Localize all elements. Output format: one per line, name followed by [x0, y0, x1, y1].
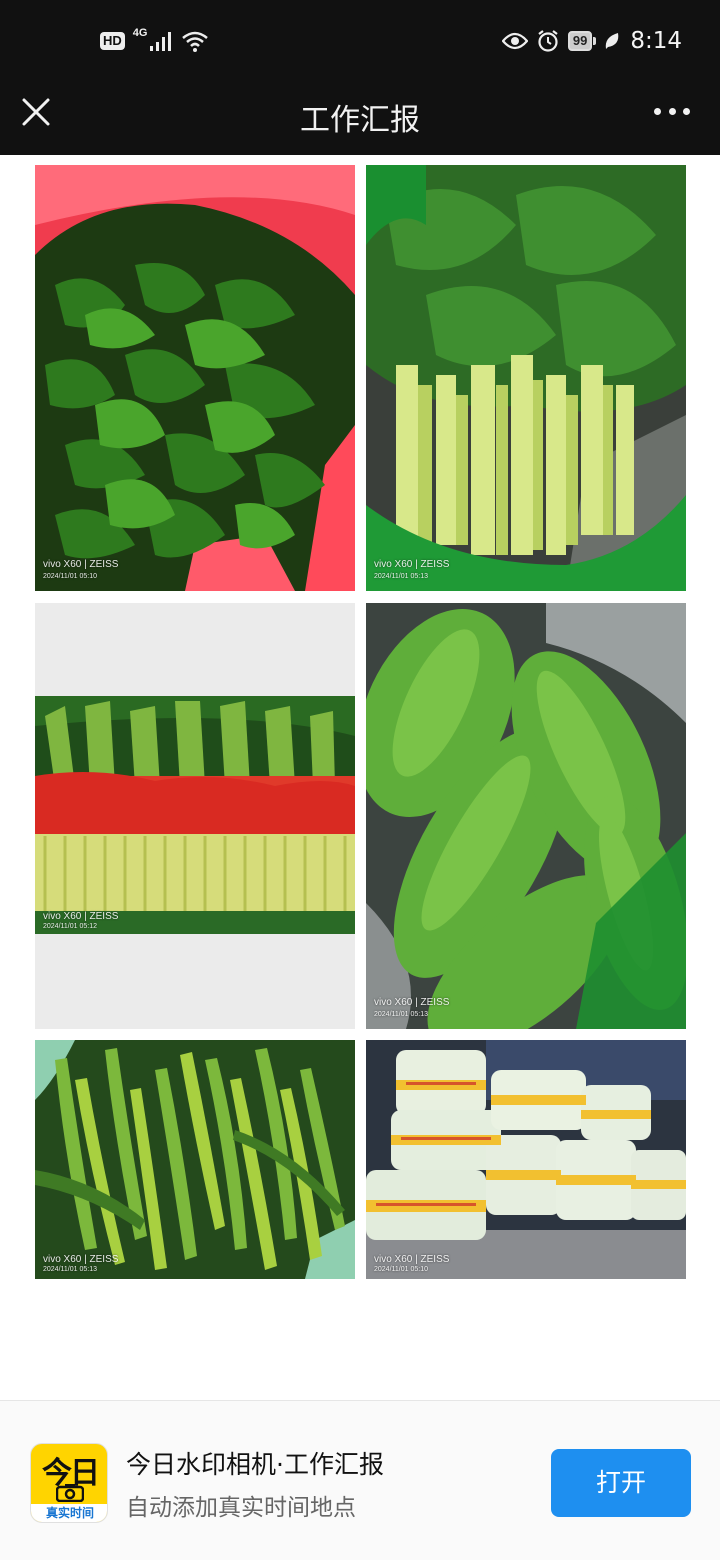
photo-timestamp: 2024/11/01 05:12 [43, 923, 97, 930]
photo-bagged-cabbage[interactable]: vivo X60 | ZEISS 2024/11/01 05:10 [366, 1040, 686, 1279]
eye-icon [501, 32, 528, 50]
more-button[interactable] [654, 96, 690, 126]
status-right: 99 8:14 [501, 24, 682, 58]
green-peppers-image [35, 1040, 355, 1279]
bok-choy-image [366, 165, 686, 591]
app-icon-label: 真实时间 [31, 1504, 107, 1522]
battery-tip [593, 37, 597, 45]
battery-level: 99 [567, 31, 593, 51]
status-left: HD 4G [100, 26, 209, 56]
photo-garlic-chives[interactable]: vivo X60 | ZEISS 2024/11/01 05:12 [35, 603, 355, 1029]
banner-subtitle: 自动添加真实时间地点 [126, 1495, 356, 1521]
photo-brand: vivo X60 | ZEISS [43, 1254, 119, 1265]
photo-kelp[interactable]: vivo X60 | ZEISS 2024/11/01 05:10 [35, 165, 355, 591]
bagged-cabbage-image [366, 1040, 686, 1279]
kelp-image [35, 165, 355, 591]
photo-brand: vivo X60 | ZEISS [374, 1254, 450, 1265]
photo-timestamp: 2024/11/01 05:10 [374, 1266, 428, 1273]
battery-icon: 99 [567, 31, 597, 51]
photo-brand: vivo X60 | ZEISS [43, 559, 119, 570]
more-dot [654, 107, 661, 115]
garlic-chives-image [35, 696, 355, 934]
camera-icon [56, 1484, 84, 1502]
wifi-icon [182, 31, 209, 52]
photo-timestamp: 2024/11/01 05:13 [374, 1011, 428, 1018]
page-title: 工作汇报 [300, 103, 420, 138]
photo-timestamp: 2024/11/01 05:13 [43, 1266, 97, 1273]
banner-title: 今日水印相机·工作汇报 [126, 1450, 384, 1479]
app-icon[interactable]: 今日 真实时间 [30, 1443, 108, 1523]
nav-bar: 工作汇报 [0, 82, 720, 155]
bitter-melon-image [366, 603, 686, 1029]
clock: 8:14 [630, 28, 682, 54]
photo-brand: vivo X60 | ZEISS [374, 559, 450, 570]
photo-timestamp: 2024/11/01 05:10 [43, 573, 97, 580]
photo-green-peppers[interactable]: vivo X60 | ZEISS 2024/11/01 05:13 [35, 1040, 355, 1279]
more-dot [668, 107, 676, 115]
hd-badge: HD [100, 32, 125, 50]
app-promo-banner: 今日 真实时间 今日水印相机·工作汇报 自动添加真实时间地点 打开 [0, 1400, 720, 1560]
photo-bok-choy[interactable]: vivo X60 | ZEISS 2024/11/01 05:13 [366, 165, 686, 591]
status-bar: HD 4G 99 8:14 [0, 0, 720, 82]
open-button[interactable]: 打开 [551, 1449, 691, 1517]
more-dot [683, 107, 690, 115]
photo-brand: vivo X60 | ZEISS [374, 997, 450, 1008]
alarm-icon [538, 30, 558, 52]
network-type: 4G [132, 27, 148, 39]
leaf-icon [606, 33, 619, 49]
photo-brand: vivo X60 | ZEISS [43, 911, 119, 922]
photo-timestamp: 2024/11/01 05:13 [374, 573, 428, 580]
signal-icon [150, 32, 172, 51]
photo-bitter-melon[interactable]: vivo X60 | ZEISS 2024/11/01 05:13 [366, 603, 686, 1029]
